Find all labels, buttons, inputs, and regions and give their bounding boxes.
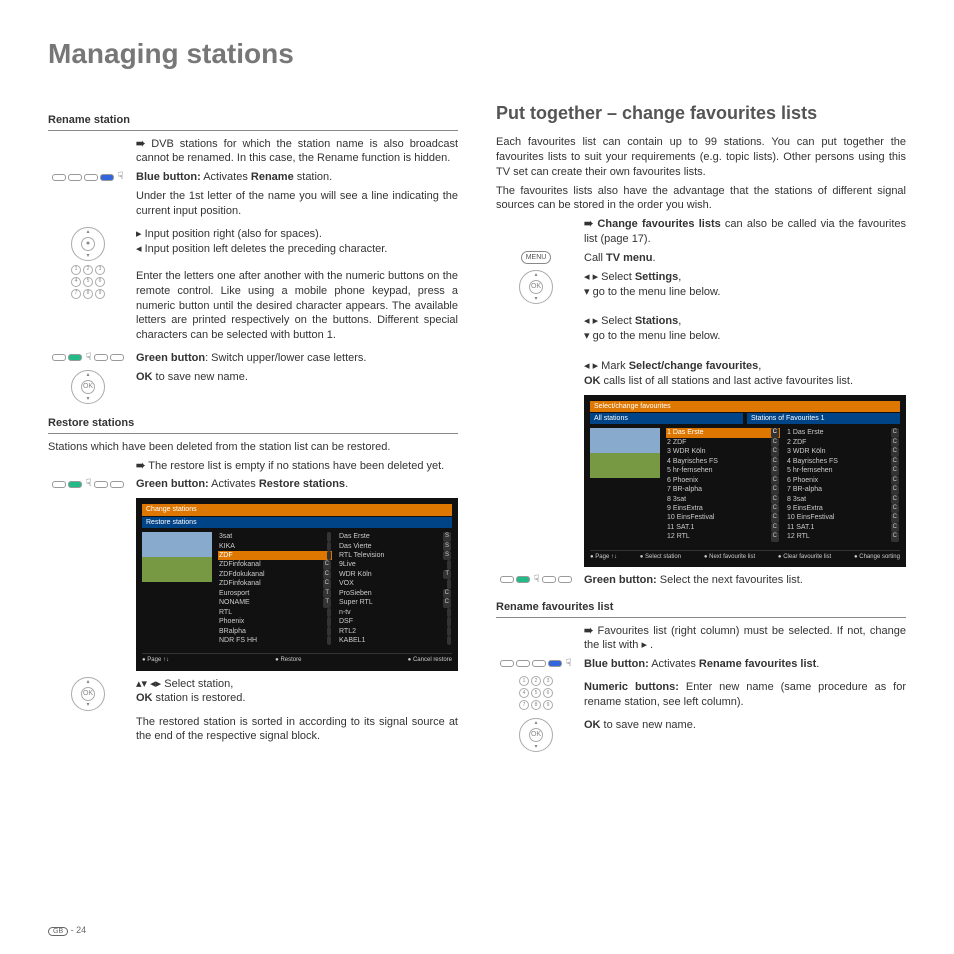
tv-thumbnail (590, 428, 660, 478)
rename-fav-note: Favourites list (right column) must be s… (584, 624, 906, 654)
numeric-entry-text: Enter the letters one after another with… (136, 269, 458, 343)
color-buttons-icon: ☟ (48, 170, 128, 184)
tv-screenshot-favourites: Select/change favourites All stations St… (584, 395, 906, 567)
restore-select-text: Select station, OK station is restored. (136, 677, 458, 707)
call-tv-menu: Call TV menu. (584, 251, 906, 266)
rename-note: DVB stations for which the station name … (136, 137, 458, 167)
page-title: Managing stations (48, 35, 906, 73)
color-buttons-icon: ☟ (496, 573, 576, 587)
fav-intro1: Each favourites list can contain up to 9… (496, 135, 906, 180)
restore-heading: Restore stations (48, 416, 458, 434)
color-buttons-icon: ☟ (496, 657, 576, 671)
arrow-instructions: Input position right (also for spaces). … (136, 227, 458, 257)
green-restore-text: Green button: Activates Restore stations… (136, 477, 458, 492)
green-button-text: Green button: Switch upper/lower case le… (136, 351, 458, 366)
dpad-ok-icon: OK (48, 677, 128, 711)
color-buttons-icon: ☟ (48, 477, 128, 491)
dpad-ok-icon: OK (48, 370, 128, 404)
rename-fav-heading: Rename favourites list (496, 600, 906, 618)
rename-station-heading: Rename station (48, 113, 458, 131)
dpad-ok-icon: OK (496, 718, 576, 752)
fav-note: Change favourites lists can also be call… (584, 217, 906, 247)
menu-button-icon: MENU (496, 251, 576, 264)
subheading: Put together – change favourites lists (496, 101, 906, 125)
tv-screenshot-restore: Change stations Restore stations 3satKIK… (136, 498, 458, 670)
left-column: Rename station DVB stations for which th… (48, 101, 458, 756)
green-next-fav: Green button: Select the next favourites… (584, 573, 906, 588)
dpad-icon: ● (48, 227, 128, 261)
page-number: GB - 24 (48, 924, 86, 936)
nav-steps: Select Settings, go to the menu line bel… (584, 270, 906, 389)
tv-thumbnail (142, 532, 212, 582)
blue-button-text: Blue button: Activates Rename station. U… (136, 170, 458, 223)
restore-intro: Stations which have been deleted from th… (48, 440, 458, 455)
ok-save-fav: OK to save new name. (584, 718, 906, 733)
numeric-fav-text: Numeric buttons: Enter new name (same pr… (584, 680, 906, 710)
fav-intro2: The favourites lists also have the advan… (496, 184, 906, 214)
ok-save-text: OK to save new name. (136, 370, 458, 385)
dpad-ok-icon: OK (496, 270, 576, 304)
numpad-icon: 123456789 (496, 676, 576, 710)
color-buttons-icon: ☟ (48, 351, 128, 365)
restore-note: The restore list is empty if no stations… (136, 459, 458, 474)
right-column: Put together – change favourites lists E… (496, 101, 906, 756)
restore-outro: The restored station is sorted in accord… (136, 715, 458, 745)
numpad-icon: 123456789 (48, 265, 128, 299)
blue-rename-fav: Blue button: Activates Rename favourites… (584, 657, 906, 672)
